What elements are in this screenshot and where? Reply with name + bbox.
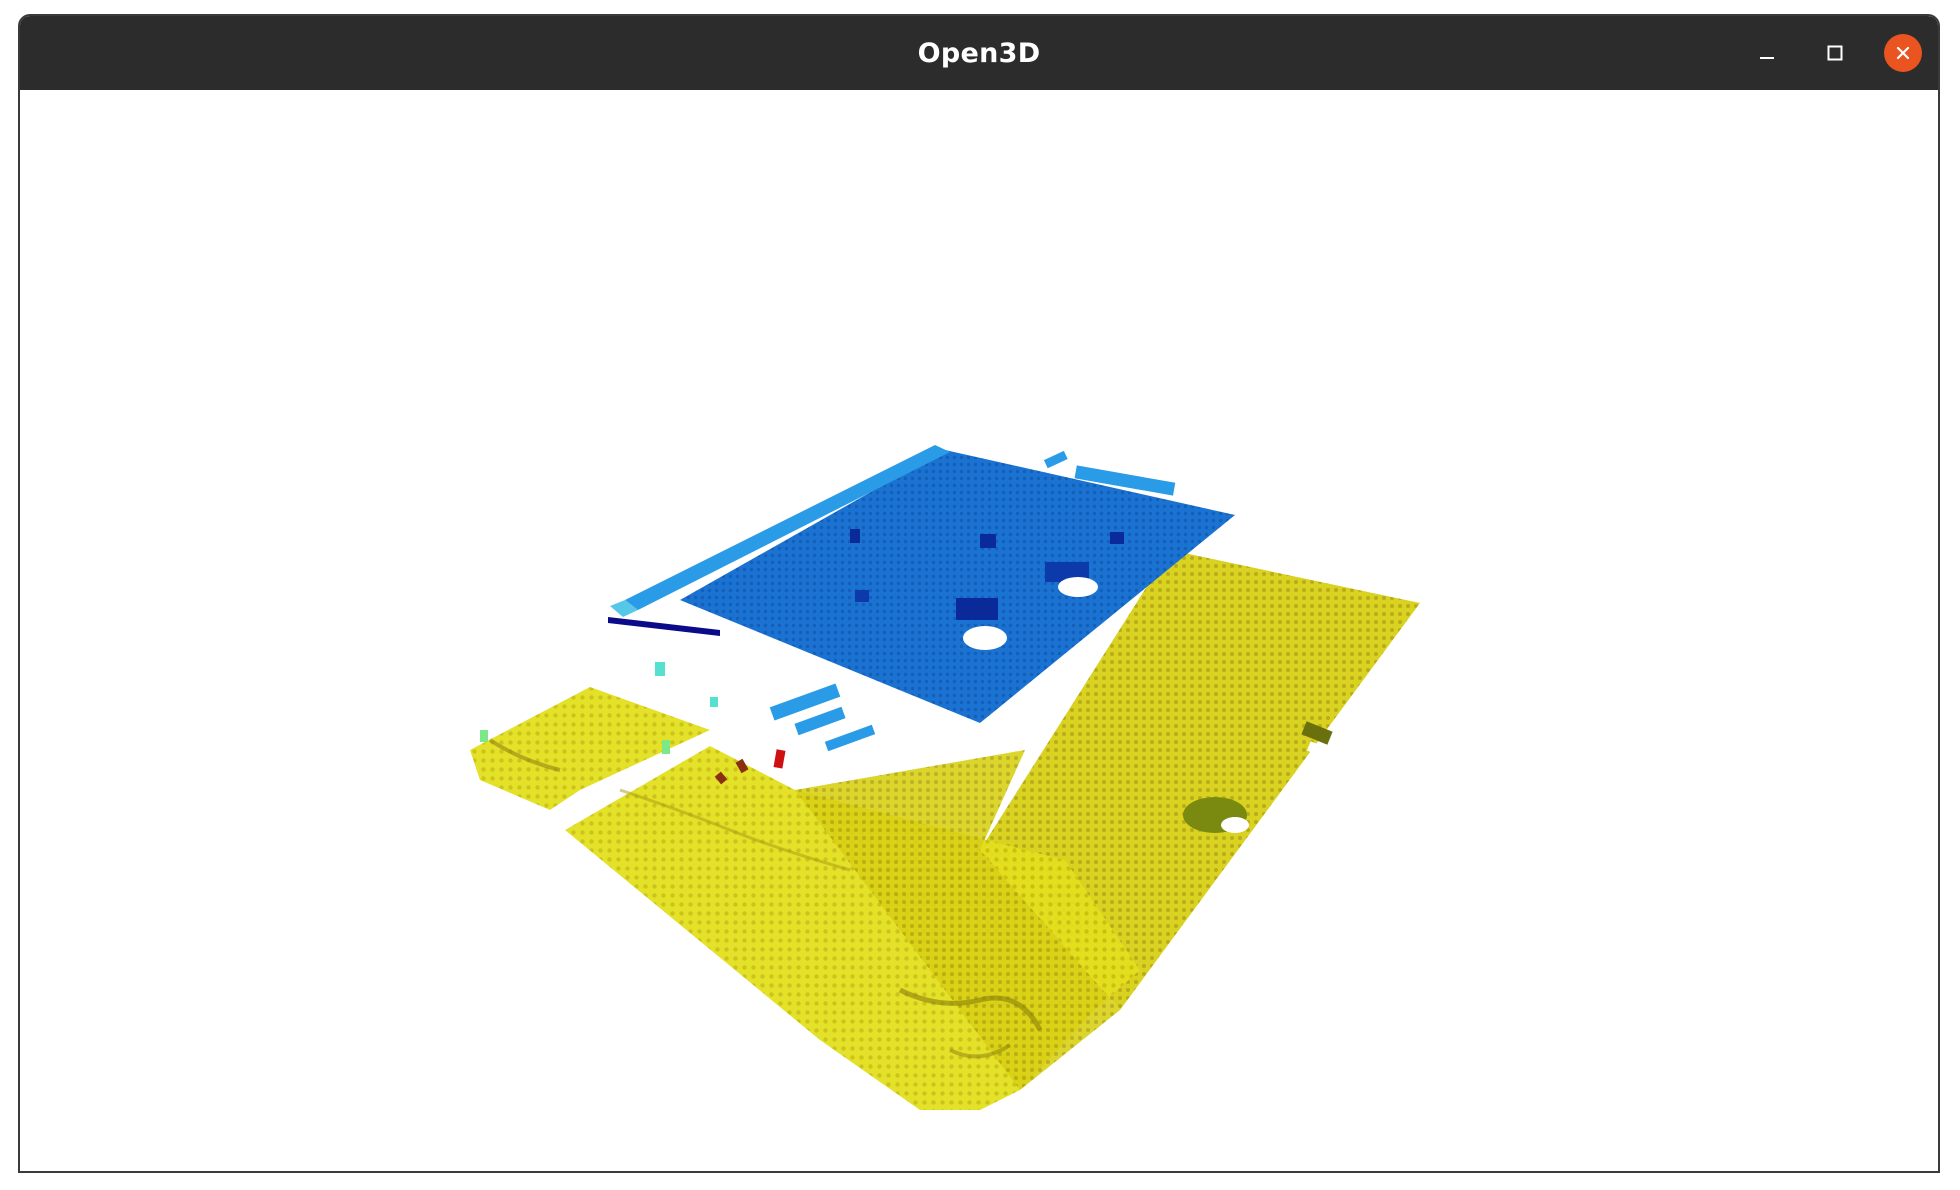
- point-cloud-render: [470, 445, 1420, 1110]
- window-title: Open3D: [917, 37, 1041, 69]
- open3d-window: Open3D: [18, 14, 1940, 1173]
- minimize-icon: [1760, 57, 1774, 59]
- close-icon: [1896, 46, 1910, 60]
- 3d-viewport[interactable]: [20, 90, 1938, 1171]
- minimize-button[interactable]: [1748, 34, 1786, 72]
- close-button[interactable]: [1884, 34, 1922, 72]
- title-bar[interactable]: Open3D: [20, 16, 1938, 90]
- maximize-button[interactable]: [1816, 34, 1854, 72]
- maximize-icon: [1827, 45, 1843, 61]
- window-controls: [1748, 16, 1922, 90]
